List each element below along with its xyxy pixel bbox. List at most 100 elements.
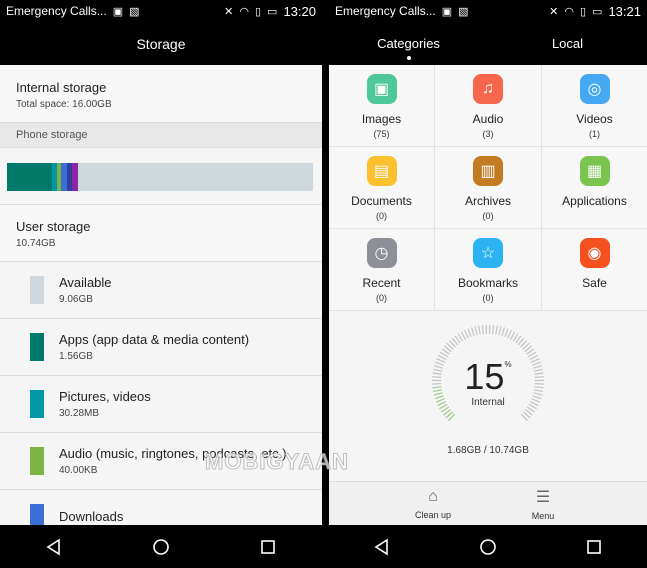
file-manager-screen: Emergency Calls... ▣ ▧ ✕ ◠ ▯ ▭ 13:21 Cat… xyxy=(329,0,647,568)
category-grid: ▣ Images (75) ♫ Audio (3) ◎ Videos (1) ▤ Documents… xyxy=(329,65,647,311)
item-label: Available xyxy=(59,275,112,290)
gauge-tick xyxy=(495,325,498,335)
status-bar: Emergency Calls... ▣ ▧ ✕ ◠ ▯ ▭ 13:20 xyxy=(0,0,322,22)
tab-bar: Categories Local xyxy=(329,22,647,65)
menu-label: Menu xyxy=(531,510,555,521)
section-header: Phone storage xyxy=(0,123,322,148)
user-storage-row: User storage 10.74GB xyxy=(0,205,322,262)
carrier-text: Emergency Calls... xyxy=(6,4,107,18)
battery-icon: ▭ xyxy=(592,5,603,18)
clipboard-icon: ▧ xyxy=(458,5,469,18)
item-label: Pictures, videos xyxy=(59,389,151,404)
menu-button[interactable]: ☰ Menu xyxy=(513,482,573,525)
status-bar: Emergency Calls... ▣ ▧ ✕ ◠ ▯ ▭ 13:21 xyxy=(329,0,647,22)
mute-icon: ✕ xyxy=(549,5,559,18)
wifi-icon: ◠ xyxy=(564,5,574,18)
category-count: (0) xyxy=(376,293,387,303)
category-label: Applications xyxy=(562,194,627,208)
image-notification-icon: ▣ xyxy=(112,5,124,18)
film-reel-icon: ◎ xyxy=(579,74,610,104)
archive-icon: ▥ xyxy=(473,156,503,186)
clipboard-icon: ▧ xyxy=(129,5,140,18)
gauge-tick xyxy=(478,325,481,335)
category-documents[interactable]: ▤ Documents (0) xyxy=(329,147,435,229)
tab-local[interactable]: Local xyxy=(488,22,647,65)
total-space: Total space: 16.00GB xyxy=(16,99,112,110)
clock: 13:21 xyxy=(608,3,641,19)
category-label: Recent xyxy=(362,276,401,290)
bar-segment xyxy=(72,163,78,191)
tab-categories[interactable]: Categories xyxy=(329,22,488,65)
bottom-toolbar: ⌂ Clean up ☰ Menu xyxy=(329,481,647,525)
item-label: Apps (app data & media content) xyxy=(59,332,250,347)
home-icon[interactable] xyxy=(152,538,170,556)
document-icon: ▤ xyxy=(366,156,397,186)
carrier-text: Emergency Calls... xyxy=(335,4,436,18)
safe-icon: ◉ xyxy=(579,238,610,268)
gauge-tick xyxy=(504,328,509,338)
watermark-logo: MOBIGYAAN xyxy=(205,449,349,475)
storage-usage-bar xyxy=(7,163,313,191)
category-bookmarks[interactable]: ☆ Bookmarks (0) xyxy=(435,229,542,311)
category-safe[interactable]: ◉ Safe xyxy=(542,229,647,311)
back-icon[interactable] xyxy=(373,538,391,556)
gauge-tick xyxy=(509,331,516,340)
category-count: (0) xyxy=(482,293,494,303)
music-icon: ♫ xyxy=(473,74,503,104)
recents-icon[interactable] xyxy=(585,538,603,556)
storage-category-item[interactable]: Apps (app data & media content) 1.56GB xyxy=(0,319,322,376)
category-recent[interactable]: ◷ Recent (0) xyxy=(329,229,435,311)
user-storage-size: 10.74GB xyxy=(16,238,56,249)
gauge-tick xyxy=(467,328,472,338)
gauge-tick xyxy=(464,329,469,339)
gauge-unit: % xyxy=(504,360,512,369)
category-count: (3) xyxy=(482,129,494,139)
broom-icon: ⌂ xyxy=(428,487,438,505)
clean-up-button[interactable]: ⌂ Clean up xyxy=(403,482,463,525)
gauge-tick xyxy=(481,325,484,335)
category-videos[interactable]: ◎ Videos (1) xyxy=(542,65,647,147)
menu-icon: ☰ xyxy=(535,488,551,506)
color-swatch xyxy=(30,390,44,418)
page-title: Storage xyxy=(0,22,322,65)
image-notification-icon: ▣ xyxy=(441,5,453,18)
gauge-tick xyxy=(492,325,495,335)
category-count: (75) xyxy=(373,129,390,139)
category-count: (0) xyxy=(482,211,494,221)
nav-bar xyxy=(0,525,322,568)
gauge-tick xyxy=(498,326,502,336)
internal-storage-title: Internal storage xyxy=(16,80,107,95)
storage-category-item[interactable]: Available 9.06GB xyxy=(0,262,322,319)
recents-icon[interactable] xyxy=(259,538,277,556)
category-count: (1) xyxy=(589,129,600,139)
category-label: Archives xyxy=(464,194,511,208)
category-audio[interactable]: ♫ Audio (3) xyxy=(435,65,542,147)
gauge-label: Internal xyxy=(471,397,505,408)
clean-up-label: Clean up xyxy=(414,509,452,520)
category-label: Videos xyxy=(576,112,613,126)
item-size: 1.56GB xyxy=(59,351,93,362)
internal-storage-row[interactable]: Internal storage Total space: 16.00GB xyxy=(0,65,322,123)
star-icon: ☆ xyxy=(473,238,503,268)
storage-usage-text: 1.68GB / 10.74GB xyxy=(447,445,529,456)
item-size: 9.06GB xyxy=(59,294,93,305)
category-images[interactable]: ▣ Images (75) xyxy=(329,65,435,147)
gauge-tick xyxy=(460,331,467,340)
battery-icon: ▭ xyxy=(267,5,278,18)
user-storage-title: User storage xyxy=(16,219,91,234)
sim-icon: ▯ xyxy=(579,5,587,18)
color-swatch xyxy=(30,276,44,304)
gauge-value: 15 xyxy=(464,356,505,397)
category-count: (0) xyxy=(376,211,387,221)
storage-gauge: 15% Internal 1.68GB / 10.74GB xyxy=(329,310,647,480)
category-archives[interactable]: ▥ Archives (0) xyxy=(435,147,542,229)
category-applications[interactable]: ▦ Applications xyxy=(542,147,647,229)
sim-icon: ▯ xyxy=(254,5,262,18)
category-label: Images xyxy=(361,112,402,126)
home-icon[interactable] xyxy=(479,538,497,556)
back-icon[interactable] xyxy=(45,538,63,556)
bar-segment xyxy=(7,163,52,191)
gauge-tick xyxy=(470,327,475,337)
item-size: 30.28MB xyxy=(59,408,100,419)
storage-category-item[interactable]: Pictures, videos 30.28MB xyxy=(0,376,322,433)
